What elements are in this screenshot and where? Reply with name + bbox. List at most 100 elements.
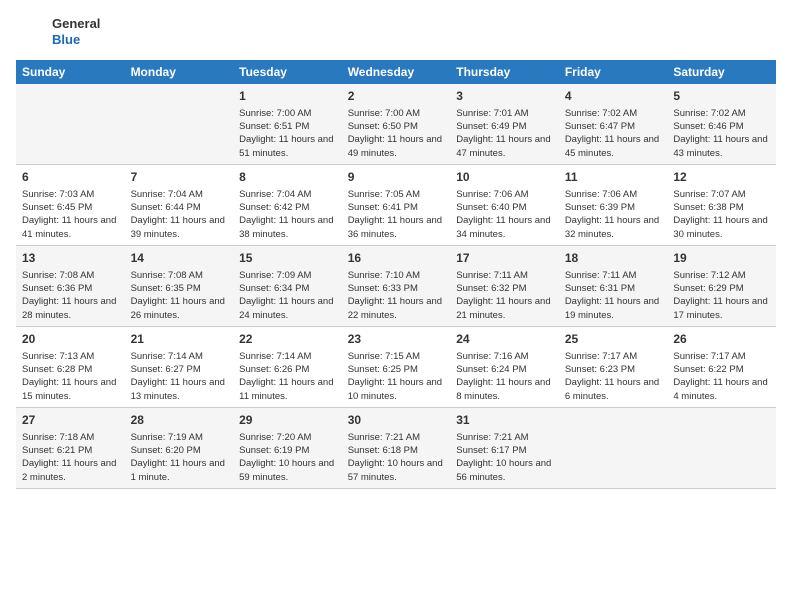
calendar-cell: 12 Sunrise: 7:07 AM Sunset: 6:38 PM Dayli… <box>667 164 776 245</box>
day-info: Sunrise: 7:14 AM Sunset: 6:26 PM Dayligh… <box>239 350 336 403</box>
day-info: Sunrise: 7:10 AM Sunset: 6:33 PM Dayligh… <box>348 269 445 322</box>
calendar-cell: 3 Sunrise: 7:01 AM Sunset: 6:49 PM Daylig… <box>450 84 559 164</box>
col-header-wednesday: Wednesday <box>342 60 451 84</box>
day-number: 9 <box>348 169 445 186</box>
day-info: Sunrise: 7:14 AM Sunset: 6:27 PM Dayligh… <box>131 350 228 403</box>
day-info: Sunrise: 7:12 AM Sunset: 6:29 PM Dayligh… <box>673 269 770 322</box>
day-info: Sunrise: 7:04 AM Sunset: 6:42 PM Dayligh… <box>239 188 336 241</box>
calendar-cell: 2 Sunrise: 7:00 AM Sunset: 6:50 PM Daylig… <box>342 84 451 164</box>
calendar-cell: 5 Sunrise: 7:02 AM Sunset: 6:46 PM Daylig… <box>667 84 776 164</box>
day-info: Sunrise: 7:06 AM Sunset: 6:39 PM Dayligh… <box>565 188 662 241</box>
day-info: Sunrise: 7:02 AM Sunset: 6:46 PM Dayligh… <box>673 107 770 160</box>
calendar-cell: 14 Sunrise: 7:08 AM Sunset: 6:35 PM Dayli… <box>125 245 234 326</box>
day-number: 5 <box>673 88 770 105</box>
day-number: 24 <box>456 331 553 348</box>
day-info: Sunrise: 7:09 AM Sunset: 6:34 PM Dayligh… <box>239 269 336 322</box>
day-number: 10 <box>456 169 553 186</box>
day-info: Sunrise: 7:04 AM Sunset: 6:44 PM Dayligh… <box>131 188 228 241</box>
day-info: Sunrise: 7:06 AM Sunset: 6:40 PM Dayligh… <box>456 188 553 241</box>
day-number: 6 <box>22 169 119 186</box>
day-info: Sunrise: 7:16 AM Sunset: 6:24 PM Dayligh… <box>456 350 553 403</box>
day-number: 31 <box>456 412 553 429</box>
calendar-cell: 20 Sunrise: 7:13 AM Sunset: 6:28 PM Dayli… <box>16 326 125 407</box>
day-number: 25 <box>565 331 662 348</box>
day-info: Sunrise: 7:18 AM Sunset: 6:21 PM Dayligh… <box>22 431 119 484</box>
calendar-cell: 13Sunrise: 7:08 AM Sunset: 6:36 PM Dayli… <box>16 245 125 326</box>
day-info: Sunrise: 7:00 AM Sunset: 6:50 PM Dayligh… <box>348 107 445 160</box>
day-number: 28 <box>131 412 228 429</box>
calendar-cell: 23 Sunrise: 7:15 AM Sunset: 6:25 PM Dayli… <box>342 326 451 407</box>
col-header-friday: Friday <box>559 60 668 84</box>
day-number: 19 <box>673 250 770 267</box>
page-header: General Blue <box>16 16 776 48</box>
day-number: 1 <box>239 88 336 105</box>
calendar-cell: 4Sunrise: 7:02 AM Sunset: 6:47 PM Daylig… <box>559 84 668 164</box>
day-number: 7 <box>131 169 228 186</box>
day-number: 15 <box>239 250 336 267</box>
calendar-cell <box>559 407 668 488</box>
calendar-cell: 10 Sunrise: 7:06 AM Sunset: 6:40 PM Dayli… <box>450 164 559 245</box>
day-info: Sunrise: 7:21 AM Sunset: 6:18 PM Dayligh… <box>348 431 445 484</box>
day-number: 30 <box>348 412 445 429</box>
day-number: 18 <box>565 250 662 267</box>
day-number: 17 <box>456 250 553 267</box>
day-number: 2 <box>348 88 445 105</box>
col-header-sunday: Sunday <box>16 60 125 84</box>
calendar-cell <box>16 84 125 164</box>
col-header-saturday: Saturday <box>667 60 776 84</box>
col-header-tuesday: Tuesday <box>233 60 342 84</box>
day-info: Sunrise: 7:11 AM Sunset: 6:32 PM Dayligh… <box>456 269 553 322</box>
day-info: Sunrise: 7:13 AM Sunset: 6:28 PM Dayligh… <box>22 350 119 403</box>
calendar-cell: 28 Sunrise: 7:19 AM Sunset: 6:20 PM Dayli… <box>125 407 234 488</box>
calendar-week-row: 6Sunrise: 7:03 AM Sunset: 6:45 PM Daylig… <box>16 164 776 245</box>
calendar-cell: 9 Sunrise: 7:05 AM Sunset: 6:41 PM Daylig… <box>342 164 451 245</box>
day-number: 23 <box>348 331 445 348</box>
calendar-cell: 1 Sunrise: 7:00 AM Sunset: 6:51 PM Daylig… <box>233 84 342 164</box>
day-info: Sunrise: 7:02 AM Sunset: 6:47 PM Dayligh… <box>565 107 662 160</box>
calendar-cell: 27 Sunrise: 7:18 AM Sunset: 6:21 PM Dayli… <box>16 407 125 488</box>
calendar-cell <box>125 84 234 164</box>
calendar-header-row: SundayMondayTuesdayWednesdayThursdayFrid… <box>16 60 776 84</box>
day-number: 16 <box>348 250 445 267</box>
calendar-cell: 22 Sunrise: 7:14 AM Sunset: 6:26 PM Dayli… <box>233 326 342 407</box>
calendar-cell: 8 Sunrise: 7:04 AM Sunset: 6:42 PM Daylig… <box>233 164 342 245</box>
logo-text: General <box>52 16 100 32</box>
day-info: Sunrise: 7:17 AM Sunset: 6:22 PM Dayligh… <box>673 350 770 403</box>
day-number: 22 <box>239 331 336 348</box>
day-number: 12 <box>673 169 770 186</box>
day-info: Sunrise: 7:19 AM Sunset: 6:20 PM Dayligh… <box>131 431 228 484</box>
day-info: Sunrise: 7:20 AM Sunset: 6:19 PM Dayligh… <box>239 431 336 484</box>
calendar-week-row: 1 Sunrise: 7:00 AM Sunset: 6:51 PM Daylig… <box>16 84 776 164</box>
day-number: 14 <box>131 250 228 267</box>
day-number: 11 <box>565 169 662 186</box>
calendar-cell: 30 Sunrise: 7:21 AM Sunset: 6:18 PM Dayli… <box>342 407 451 488</box>
logo: General Blue <box>16 16 100 48</box>
day-info: Sunrise: 7:01 AM Sunset: 6:49 PM Dayligh… <box>456 107 553 160</box>
calendar-week-row: 27 Sunrise: 7:18 AM Sunset: 6:21 PM Dayli… <box>16 407 776 488</box>
day-number: 8 <box>239 169 336 186</box>
calendar-cell: 15 Sunrise: 7:09 AM Sunset: 6:34 PM Dayli… <box>233 245 342 326</box>
day-info: Sunrise: 7:08 AM Sunset: 6:35 PM Dayligh… <box>131 269 228 322</box>
day-info: Sunrise: 7:07 AM Sunset: 6:38 PM Dayligh… <box>673 188 770 241</box>
calendar-cell: 31Sunrise: 7:21 AM Sunset: 6:17 PM Dayli… <box>450 407 559 488</box>
calendar-cell: 17 Sunrise: 7:11 AM Sunset: 6:32 PM Dayli… <box>450 245 559 326</box>
day-info: Sunrise: 7:05 AM Sunset: 6:41 PM Dayligh… <box>348 188 445 241</box>
calendar-week-row: 13Sunrise: 7:08 AM Sunset: 6:36 PM Dayli… <box>16 245 776 326</box>
col-header-monday: Monday <box>125 60 234 84</box>
day-info: Sunrise: 7:08 AM Sunset: 6:36 PM Dayligh… <box>22 269 119 322</box>
calendar-cell: 19 Sunrise: 7:12 AM Sunset: 6:29 PM Dayli… <box>667 245 776 326</box>
day-info: Sunrise: 7:11 AM Sunset: 6:31 PM Dayligh… <box>565 269 662 322</box>
calendar-cell: 7 Sunrise: 7:04 AM Sunset: 6:44 PM Daylig… <box>125 164 234 245</box>
day-number: 27 <box>22 412 119 429</box>
logo-blue-text: Blue <box>52 32 100 48</box>
day-number: 20 <box>22 331 119 348</box>
day-info: Sunrise: 7:15 AM Sunset: 6:25 PM Dayligh… <box>348 350 445 403</box>
calendar-cell: 25 Sunrise: 7:17 AM Sunset: 6:23 PM Dayli… <box>559 326 668 407</box>
calendar-cell: 6Sunrise: 7:03 AM Sunset: 6:45 PM Daylig… <box>16 164 125 245</box>
calendar-cell: 16 Sunrise: 7:10 AM Sunset: 6:33 PM Dayli… <box>342 245 451 326</box>
day-info: Sunrise: 7:00 AM Sunset: 6:51 PM Dayligh… <box>239 107 336 160</box>
day-number: 26 <box>673 331 770 348</box>
day-info: Sunrise: 7:17 AM Sunset: 6:23 PM Dayligh… <box>565 350 662 403</box>
day-number: 3 <box>456 88 553 105</box>
calendar-cell: 21Sunrise: 7:14 AM Sunset: 6:27 PM Dayli… <box>125 326 234 407</box>
